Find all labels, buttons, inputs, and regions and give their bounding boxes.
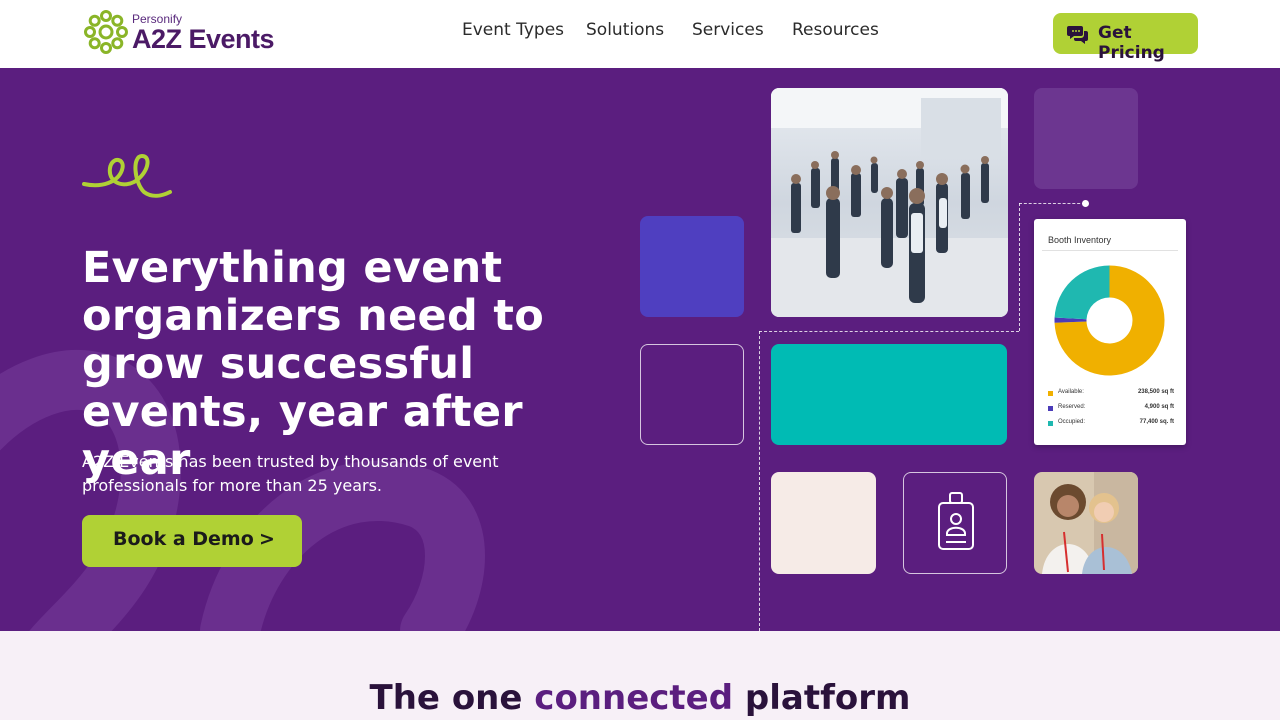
logo-name: A2Z Events bbox=[132, 24, 275, 54]
chevron-right-icon: > bbox=[259, 528, 275, 550]
decorative-tile-outline bbox=[640, 344, 744, 445]
book-demo-button[interactable]: Book a Demo > bbox=[82, 515, 302, 567]
connector-line bbox=[1019, 203, 1085, 204]
hero-section: Everything event organizers need to grow… bbox=[0, 68, 1280, 631]
nav-resources[interactable]: Resources bbox=[792, 20, 879, 40]
attendees-photo bbox=[1034, 472, 1138, 574]
heading-highlight: connected bbox=[534, 678, 734, 718]
squiggle-icon bbox=[82, 153, 172, 198]
platform-heading: The one connected platform bbox=[0, 678, 1280, 718]
legend-swatch bbox=[1048, 391, 1053, 396]
legend-swatch bbox=[1048, 406, 1053, 411]
legend-label: Occupied: bbox=[1058, 419, 1086, 425]
connector-line bbox=[759, 331, 1019, 332]
book-demo-label: Book a Demo bbox=[113, 528, 254, 550]
logo-flower-icon bbox=[84, 10, 128, 54]
donut-slice bbox=[1054, 265, 1110, 320]
decorative-tile-teal bbox=[771, 344, 1007, 445]
decorative-tile-blue bbox=[640, 216, 744, 317]
hero-subtitle: A2Z Events has been trusted by thousands… bbox=[82, 452, 499, 495]
id-badge-icon bbox=[938, 492, 974, 550]
decorative-tile-cream bbox=[771, 472, 876, 574]
divider bbox=[1042, 250, 1178, 251]
legend-value: 4,900 sq ft bbox=[1144, 404, 1174, 410]
hero-title: Everything event organizers need to grow… bbox=[82, 243, 545, 485]
nav-event-types[interactable]: Event Types bbox=[462, 20, 564, 40]
nav-solutions[interactable]: Solutions bbox=[586, 20, 664, 40]
get-pricing-button[interactable]: Get Pricing bbox=[1053, 13, 1198, 63]
booth-inventory-title: Booth Inventory bbox=[1048, 235, 1112, 245]
legend-available: Available: 238,500 sq ft bbox=[1048, 389, 1174, 399]
connector-line bbox=[759, 331, 760, 631]
heading-part: platform bbox=[733, 678, 911, 718]
legend-label: Reserved: bbox=[1058, 404, 1086, 410]
site-header: Personify A2Z Events Event Types Solutio… bbox=[0, 0, 1280, 68]
connector-line bbox=[1019, 203, 1020, 331]
legend-value: 238,500 sq ft bbox=[1137, 389, 1174, 395]
legend-label: Available: bbox=[1058, 389, 1084, 395]
connector-dot bbox=[1082, 200, 1089, 207]
legend-value: 77,400 sq. ft bbox=[1139, 419, 1174, 425]
crowd-photo bbox=[771, 88, 1008, 317]
logo[interactable]: Personify A2Z Events bbox=[82, 8, 282, 58]
legend-reserved: Reserved: 4,900 sq ft bbox=[1048, 404, 1174, 414]
chat-bubbles-icon bbox=[1067, 26, 1088, 44]
decorative-tile-faded bbox=[1034, 88, 1138, 189]
id-badge-tile bbox=[903, 472, 1007, 574]
nav-services[interactable]: Services bbox=[692, 20, 764, 40]
booth-donut-chart bbox=[1054, 265, 1165, 376]
legend-swatch bbox=[1048, 421, 1053, 426]
get-pricing-label: Get Pricing bbox=[1098, 23, 1165, 63]
booth-inventory-card: Booth Inventory Available: 238,500 sq ft… bbox=[1034, 219, 1186, 445]
platform-section: The one connected platform bbox=[0, 631, 1280, 720]
legend-occupied: Occupied: 77,400 sq. ft bbox=[1048, 419, 1174, 429]
heading-part: The one bbox=[369, 678, 535, 718]
